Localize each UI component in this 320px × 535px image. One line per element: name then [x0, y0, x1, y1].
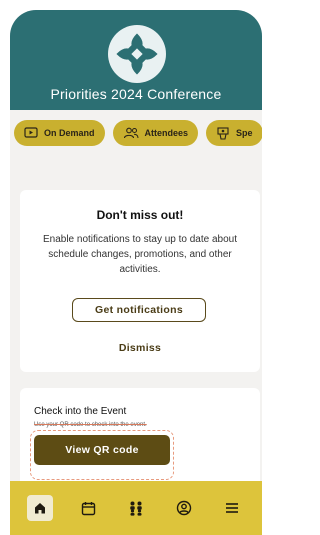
- view-qr-code-button[interactable]: View QR code: [34, 435, 170, 465]
- play-screen-icon: [24, 127, 38, 138]
- notification-title: Don't miss out!: [96, 208, 184, 222]
- quick-links-row: On Demand Attendees Spe: [14, 120, 262, 146]
- notification-card: Don't miss out! Enable notifications to …: [20, 190, 260, 372]
- menu-icon: [226, 503, 238, 513]
- tab-home[interactable]: [27, 495, 53, 521]
- checkin-subtitle: Use your QR code to check into the event…: [34, 422, 147, 428]
- profile-icon: [176, 500, 192, 516]
- chip-label: Spe: [236, 128, 253, 138]
- tab-menu[interactable]: [219, 495, 245, 521]
- chip-label: On Demand: [44, 128, 95, 138]
- tab-attendees[interactable]: [123, 495, 149, 521]
- checkin-title: Check into the Event: [34, 406, 127, 417]
- conference-title: Priorities 2024 Conference: [50, 86, 222, 102]
- speaker-podium-icon: [217, 126, 229, 140]
- tab-profile[interactable]: [171, 495, 197, 521]
- chip-speakers[interactable]: Spe: [206, 120, 262, 146]
- tab-schedule[interactable]: [75, 495, 101, 521]
- app-screen: Priorities 2024 Conference On Demand Att…: [10, 10, 262, 535]
- attendees-icon: [130, 501, 142, 516]
- chip-on-demand[interactable]: On Demand: [14, 120, 105, 146]
- notification-body: Enable notifications to stay up to date …: [42, 234, 238, 275]
- people-icon: [123, 127, 139, 139]
- lotus-logo-icon: [108, 25, 166, 83]
- get-notifications-button[interactable]: Get notifications: [72, 298, 206, 322]
- calendar-icon: [81, 501, 95, 515]
- dismiss-button[interactable]: Dismiss: [20, 342, 260, 354]
- chip-attendees[interactable]: Attendees: [112, 120, 199, 146]
- chip-label: Attendees: [144, 128, 189, 138]
- home-icon: [35, 503, 45, 514]
- app-header: Priorities 2024 Conference: [10, 10, 262, 110]
- bottom-tab-bar: [10, 481, 262, 535]
